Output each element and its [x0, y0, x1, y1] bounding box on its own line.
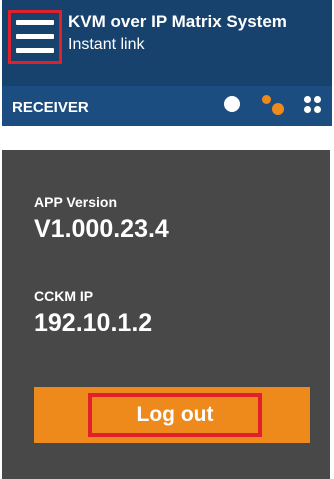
- menu-bar: [16, 48, 54, 53]
- cckm-ip-label: CCKM IP: [34, 288, 94, 304]
- app-version-value: V1.000.23.4: [34, 215, 169, 243]
- single-view-icon[interactable]: [224, 96, 240, 112]
- grid-dot: [304, 106, 311, 113]
- menu-bar: [16, 20, 54, 25]
- logout-button[interactable]: Log out: [88, 393, 262, 437]
- grid-view-icon[interactable]: [304, 96, 322, 114]
- settings-panel: APP Version V1.000.23.4 CCKM IP 192.10.1…: [2, 150, 330, 479]
- grid-dot: [304, 96, 311, 103]
- section-label: RECEIVER: [12, 99, 89, 116]
- cckm-ip-value: 192.10.1.2: [34, 309, 153, 337]
- section-bar: RECEIVER: [2, 86, 332, 126]
- multi-view-dot: [272, 103, 284, 115]
- multi-view-icon[interactable]: [262, 93, 286, 117]
- logout-bar[interactable]: Log out: [34, 387, 310, 443]
- multi-view-dot: [262, 95, 271, 104]
- app-subtitle: Instant link: [68, 36, 145, 53]
- grid-dot: [314, 106, 321, 113]
- grid-dot: [314, 96, 321, 103]
- app-version-label: APP Version: [34, 194, 118, 210]
- menu-bar: [16, 34, 54, 39]
- hamburger-menu-icon[interactable]: [8, 10, 62, 64]
- app-header: KVM over IP Matrix System Instant link R…: [2, 0, 332, 126]
- app-title: KVM over IP Matrix System: [68, 12, 287, 31]
